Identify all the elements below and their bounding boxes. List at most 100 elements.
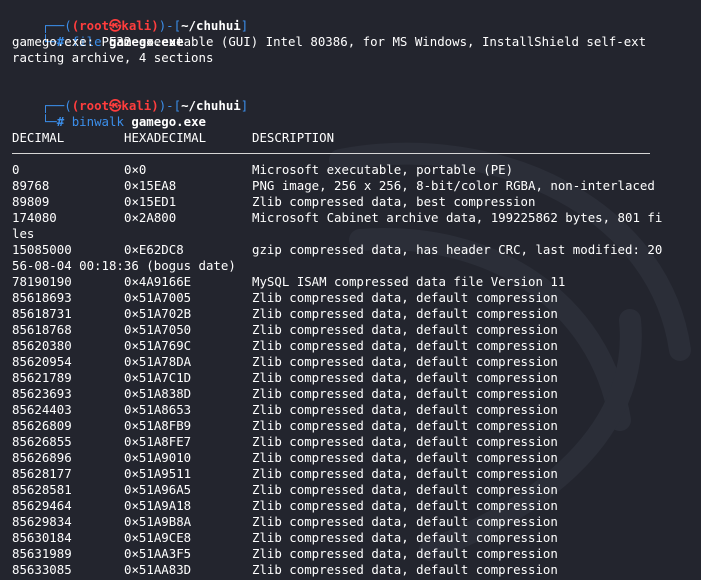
cell-decimal: 85621789 <box>12 370 72 385</box>
cell-hexadecimal: 0×51A9A18 <box>124 498 192 513</box>
cell-decimal: 85626896 <box>12 450 72 465</box>
table-row: 85628177 0×51A9511 Zlib compressed data, d… <box>12 466 692 482</box>
cell-description: Zlib compressed data, default compressio… <box>252 514 558 529</box>
cell-hexadecimal: 0×E62DC8 <box>124 242 184 257</box>
table-row: 85626809 0×51A8FB9 Zlib compressed data, d… <box>12 418 692 434</box>
cell-hexadecimal: 0×2A800 <box>124 210 177 225</box>
table-row: 85633085 0×51AA83D Zlib compressed data, d… <box>12 562 692 578</box>
table-row: 85618693 0×51A7005 Zlib compressed data, d… <box>12 290 692 306</box>
table-row: 85618768 0×51A7050 Zlib compressed data, d… <box>12 322 692 338</box>
cell-description: Zlib compressed data, default compressio… <box>252 370 558 385</box>
table-row: 85626896 0×51A9010 Zlib compressed data, d… <box>12 450 692 466</box>
cell-hexadecimal: 0×51A7C1D <box>124 370 192 385</box>
cell-description: PNG image, 256 x 256, 8-bit/color RGBA, … <box>252 178 655 193</box>
cell-hexadecimal: 0×51AA3F5 <box>124 546 192 561</box>
cell-description: MySQL ISAM compressed data file Version … <box>252 274 566 289</box>
table-row: 85624403 0×51A8653 Zlib compressed data, d… <box>12 402 692 418</box>
cell-description: Microsoft Cabinet archive data, 19922586… <box>252 210 663 225</box>
table-row: 85620954 0×51A78DA Zlib compressed data, d… <box>12 354 692 370</box>
cell-description: Zlib compressed data, default compressio… <box>252 498 558 513</box>
cell-hexadecimal: 0×51A78DA <box>124 354 192 369</box>
cell-description: Microsoft executable, portable (PE) <box>252 162 514 177</box>
table-row: 85628581 0×51A96A5 Zlib compressed data, d… <box>12 482 692 498</box>
cell-description: gzip compressed data, has header CRC, la… <box>252 242 663 257</box>
cell-description: Zlib compressed data, default compressio… <box>252 322 558 337</box>
header-description: DESCRIPTION <box>252 130 335 145</box>
command-line-1: └─# file gamego.exe <box>41 34 184 49</box>
prompt-line-2: ┌──((root㉿kali))-[~/chuhui] <box>41 98 249 113</box>
table-row: 85623693 0×51A838D Zlib compressed data, d… <box>12 386 692 402</box>
cell-decimal: 85633085 <box>12 562 72 577</box>
table-row: 85620380 0×51A769C Zlib compressed data, d… <box>12 338 692 354</box>
wrapped-line: 56-08-04 00:18:36 (bogus date) <box>12 258 236 273</box>
table-row: 78190190 0×4A9166E MySQL ISAM compressed d… <box>12 274 692 290</box>
table-row: 15085000 0×E62DC8 gzip compressed data, ha… <box>12 242 692 258</box>
table-row: 85626855 0×51A8FE7 Zlib compressed data, d… <box>12 434 692 450</box>
cell-decimal: 85618693 <box>12 290 72 305</box>
cell-hexadecimal: 0×51A838D <box>124 386 192 401</box>
command-name: binwalk <box>71 114 124 129</box>
cell-hexadecimal: 0×51A8FE7 <box>124 434 192 449</box>
cell-decimal: 85623693 <box>12 386 72 401</box>
cell-description: Zlib compressed data, default compressio… <box>252 434 558 449</box>
cell-decimal: 85629834 <box>12 514 72 529</box>
cell-decimal: 85630184 <box>12 530 72 545</box>
cell-hexadecimal: 0×51A8FB9 <box>124 418 192 433</box>
header-decimal: DECIMAL <box>12 130 65 145</box>
cell-description: Zlib compressed data, default compressio… <box>252 562 558 577</box>
cell-hexadecimal: 0×51A7005 <box>124 290 192 305</box>
cell-hexadecimal: 0×4A9166E <box>124 274 192 289</box>
cell-description: Zlib compressed data, default compressio… <box>252 290 558 305</box>
output-line: racting archive, 4 sections <box>12 50 214 65</box>
terminal-window[interactable]: ┌──((root㉿kali))-[~/chuhui] └─# file gam… <box>0 0 701 580</box>
header-hexadecimal: HEXADECIMAL <box>124 130 207 145</box>
table-row: 85629464 0×51A9A18 Zlib compressed data, d… <box>12 498 692 514</box>
cell-hexadecimal: 0×51A8653 <box>124 402 192 417</box>
prompt-path: ~/chuhui <box>181 18 241 33</box>
table-row: 85629834 0×51A9B8A Zlib compressed data, d… <box>12 514 692 530</box>
cell-hexadecimal: 0×51A9CE8 <box>124 530 192 545</box>
cell-decimal: 85626855 <box>12 434 72 449</box>
prompt-line-1: ┌──((root㉿kali))-[~/chuhui] <box>41 18 249 33</box>
command-line-2: └─# binwalk gamego.exe <box>41 114 206 129</box>
table-header: DECIMAL HEXADECIMAL DESCRIPTION <box>12 130 692 146</box>
cell-decimal: 85620380 <box>12 338 72 353</box>
cell-hexadecimal: 0×51A9511 <box>124 466 192 481</box>
header-divider <box>12 153 650 154</box>
cell-description: Zlib compressed data, default compressio… <box>252 338 558 353</box>
cell-description: Zlib compressed data, default compressio… <box>252 306 558 321</box>
cell-hexadecimal: 0×51A9B8A <box>124 514 192 529</box>
cell-decimal: 85631989 <box>12 546 72 561</box>
table-row: 85621789 0×51A7C1D Zlib compressed data, d… <box>12 370 692 386</box>
cell-description: Zlib compressed data, default compressio… <box>252 386 558 401</box>
cell-hexadecimal: 0×51A96A5 <box>124 482 192 497</box>
cell-hexadecimal: 0×15ED1 <box>124 194 177 209</box>
cell-description: Zlib compressed data, default compressio… <box>252 546 558 561</box>
cell-description: Zlib compressed data, default compressio… <box>252 530 558 545</box>
table-row: 85630184 0×51A9CE8 Zlib compressed data, d… <box>12 530 692 546</box>
cell-decimal: 85628581 <box>12 482 72 497</box>
cell-hexadecimal: 0×51AA83D <box>124 562 192 577</box>
table-row: 174080 0×2A800 Microsoft Cabinet archive d… <box>12 210 692 226</box>
cell-decimal: 89809 <box>12 194 50 209</box>
cell-decimal: 85618731 <box>12 306 72 321</box>
table-row: 0 0×0 Microsoft executable, portable (PE) <box>12 162 692 178</box>
cell-decimal: 15085000 <box>12 242 72 257</box>
table-row: 89809 0×15ED1 Zlib compressed data, best c… <box>12 194 692 210</box>
cell-decimal: 0 <box>12 162 20 177</box>
table-row: 85631989 0×51AA3F5 Zlib compressed data, d… <box>12 546 692 562</box>
cell-decimal: 85626809 <box>12 418 72 433</box>
cell-decimal: 85628177 <box>12 466 72 481</box>
cell-hexadecimal: 0×51A702B <box>124 306 192 321</box>
table-row: 85618731 0×51A702B Zlib compressed data, d… <box>12 306 692 322</box>
cell-decimal: 85629464 <box>12 498 72 513</box>
cell-decimal: 78190190 <box>12 274 72 289</box>
cell-decimal: 89768 <box>12 178 50 193</box>
cell-hexadecimal: 0×51A769C <box>124 338 192 353</box>
cell-hexadecimal: 0×51A9010 <box>124 450 192 465</box>
cell-description: Zlib compressed data, default compressio… <box>252 418 558 433</box>
cell-hexadecimal: 0×51A7050 <box>124 322 192 337</box>
cell-description: Zlib compressed data, default compressio… <box>252 466 558 481</box>
cell-description: Zlib compressed data, default compressio… <box>252 450 558 465</box>
cell-description: Zlib compressed data, best compression <box>252 194 536 209</box>
